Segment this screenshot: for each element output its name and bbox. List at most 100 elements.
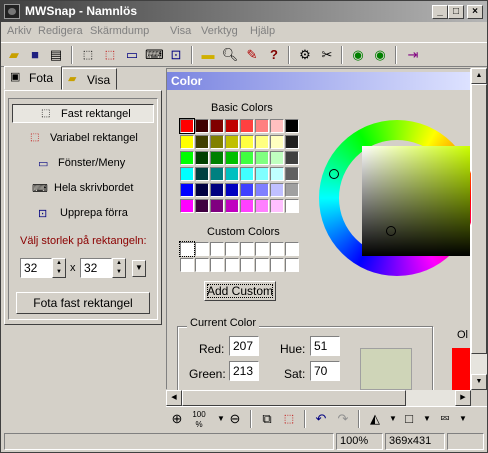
scroll-right-button[interactable]: ▶ — [455, 390, 471, 406]
basic-color-swatch[interactable] — [285, 199, 299, 213]
menu-visa[interactable]: Visa — [170, 25, 191, 37]
basic-color-swatch[interactable] — [285, 183, 299, 197]
basic-color-swatch[interactable] — [180, 135, 194, 149]
border-icon[interactable]: □ — [400, 410, 418, 428]
menu-verktyg[interactable]: Verktyg — [201, 25, 238, 37]
scroll-left-button[interactable]: ◀ — [166, 390, 182, 406]
custom-color-swatch[interactable] — [195, 242, 209, 256]
custom-color-swatch[interactable] — [210, 258, 224, 272]
scroll-up-button[interactable]: ▲ — [471, 68, 487, 84]
height-spinner[interactable]: ▲ ▼ — [112, 258, 126, 278]
open-folder-icon[interactable]: ▰ — [5, 46, 23, 64]
capture-fixed-rect[interactable]: ⬚ Fast rektangel — [12, 104, 154, 123]
custom-color-swatch[interactable] — [270, 242, 284, 256]
basic-color-swatch[interactable] — [180, 183, 194, 197]
fixed-rect-icon[interactable]: ⬚ — [79, 46, 97, 64]
width-input[interactable]: 32 — [20, 258, 52, 278]
menu-arkiv[interactable]: Arkiv — [7, 25, 31, 37]
basic-color-swatch[interactable] — [225, 199, 239, 213]
basic-color-swatch[interactable] — [285, 135, 299, 149]
zoom-out-icon[interactable]: ⊖ — [226, 410, 244, 428]
copy-icon[interactable]: ⧉ — [258, 410, 276, 428]
settings-icon[interactable]: ⚙ — [296, 46, 314, 64]
capture-window-menu[interactable]: ▭ Fönster/Meny — [12, 154, 154, 173]
basic-color-swatch[interactable] — [240, 183, 254, 197]
custom-color-swatch[interactable] — [255, 242, 269, 256]
custom-color-swatch[interactable] — [225, 242, 239, 256]
menu-hjalp[interactable]: Hjälp — [250, 25, 275, 37]
help-icon[interactable]: ? — [265, 46, 283, 64]
cursor-dropdown-icon[interactable]: ▼ — [454, 410, 472, 428]
basic-color-swatch[interactable] — [270, 119, 284, 133]
basic-color-swatch[interactable] — [210, 199, 224, 213]
custom-color-swatch[interactable] — [240, 258, 254, 272]
horizontal-scroll-thumb[interactable] — [182, 390, 406, 406]
capture-repeat[interactable]: ⊡ Upprepa förra — [12, 204, 154, 223]
save-icon[interactable]: ■ — [26, 46, 44, 64]
color-picker-icon[interactable]: ✎ — [243, 46, 261, 64]
crop-icon[interactable]: ⬚ — [280, 410, 298, 428]
basic-color-swatch[interactable] — [270, 151, 284, 165]
menu-redigera[interactable]: Redigera — [38, 25, 83, 37]
flip-icon[interactable]: ◭ — [366, 410, 384, 428]
basic-color-swatch[interactable] — [240, 135, 254, 149]
custom-color-swatch[interactable] — [270, 258, 284, 272]
desktop-icon[interactable]: ⌨ — [145, 46, 164, 64]
hue-input[interactable]: 51 — [310, 336, 340, 356]
basic-color-swatch[interactable] — [210, 135, 224, 149]
scroll-down-button[interactable]: ▼ — [471, 374, 487, 390]
custom-color-swatch[interactable] — [285, 242, 299, 256]
basic-color-swatch[interactable] — [225, 151, 239, 165]
redo-icon[interactable]: ↷ — [334, 410, 352, 428]
basic-color-swatch[interactable] — [285, 151, 299, 165]
basic-color-swatch[interactable] — [210, 183, 224, 197]
basic-color-swatch[interactable] — [180, 167, 194, 181]
repeat-icon[interactable]: ⊡ — [167, 46, 185, 64]
exit-icon[interactable]: ⇥ — [404, 46, 422, 64]
size-dropdown-button[interactable]: ▼ — [132, 260, 146, 277]
basic-color-swatch[interactable] — [240, 167, 254, 181]
basic-color-swatch[interactable] — [240, 151, 254, 165]
cursor-icon[interactable]: ⮹ — [436, 410, 454, 428]
basic-color-swatch[interactable] — [255, 119, 269, 133]
green-input[interactable]: 213 — [229, 361, 259, 381]
zoom-100-icon[interactable]: 100% — [190, 410, 208, 429]
variable-rect-icon[interactable]: ⬚ — [101, 46, 119, 64]
format-icon[interactable]: ✂ — [318, 46, 336, 64]
zoom-in-icon[interactable]: ⊕ — [168, 410, 186, 428]
height-input[interactable]: 32 — [80, 258, 112, 278]
basic-color-swatch[interactable] — [195, 199, 209, 213]
zoom-icon[interactable]: 🔍︎ — [221, 46, 239, 64]
sat-input[interactable]: 70 — [310, 361, 340, 381]
minimize-button[interactable]: _ — [432, 5, 448, 19]
basic-color-swatch[interactable] — [225, 167, 239, 181]
tab-fota[interactable]: ▣ Fota — [4, 66, 62, 90]
basic-color-swatch[interactable] — [210, 151, 224, 165]
menu-skarmdump[interactable]: Skärmdump — [90, 25, 149, 37]
basic-color-swatch[interactable] — [195, 183, 209, 197]
custom-color-swatch[interactable] — [240, 242, 254, 256]
basic-color-swatch[interactable] — [180, 199, 194, 213]
basic-color-swatch[interactable] — [255, 135, 269, 149]
window-menu-icon[interactable]: ▭ — [123, 46, 141, 64]
basic-color-swatch[interactable] — [180, 151, 194, 165]
custom-color-swatch[interactable] — [255, 258, 269, 272]
basic-color-swatch[interactable] — [285, 119, 299, 133]
color-marker[interactable] — [386, 226, 396, 236]
tab-visa[interactable]: ▰ Visa — [62, 68, 117, 90]
custom-color-swatch[interactable] — [180, 258, 194, 272]
maximize-button[interactable]: □ — [448, 5, 464, 19]
basic-color-swatch[interactable] — [225, 183, 239, 197]
basic-color-swatch[interactable] — [255, 199, 269, 213]
horizontal-scrollbar[interactable]: ◀ ▶ — [166, 390, 471, 406]
capture-variable-rect[interactable]: ⬚ Variabel rektangel — [12, 129, 154, 148]
capture-desktop[interactable]: ⌨ Hela skrivbordet — [12, 179, 154, 198]
ruler-icon[interactable]: ▬ — [199, 46, 217, 64]
custom-color-swatch[interactable] — [195, 258, 209, 272]
basic-color-swatch[interactable] — [210, 167, 224, 181]
basic-color-swatch[interactable] — [240, 119, 254, 133]
custom-color-swatch[interactable] — [225, 258, 239, 272]
red-input[interactable]: 207 — [229, 336, 259, 356]
custom-color-swatch[interactable] — [285, 258, 299, 272]
hue-marker[interactable] — [329, 169, 339, 179]
